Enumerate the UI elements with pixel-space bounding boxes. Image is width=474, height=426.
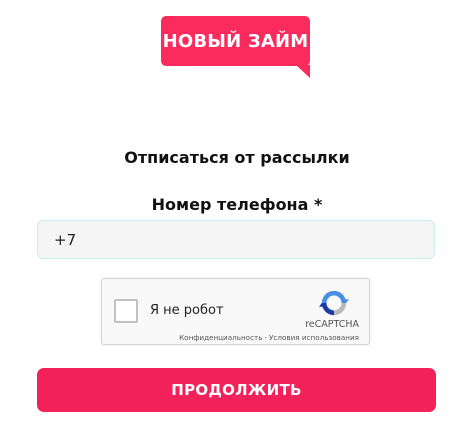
unsubscribe-page: НОВЫЙ ЗАЙМ Отписаться от рассылки Номер … xyxy=(0,0,474,426)
captcha-label: Я не робот xyxy=(150,303,224,318)
captcha-links: Конфиденциальность - Условия использования xyxy=(179,333,359,342)
recaptcha-widget: Я не робот reCAPTCHA Конфиденциальность -… xyxy=(101,278,370,345)
phone-label: Номер телефона * xyxy=(151,195,323,214)
privacy-link[interactable]: Конфиденциальность xyxy=(179,333,262,342)
captcha-brand: reCAPTCHA xyxy=(305,319,359,330)
recaptcha-icon xyxy=(319,290,349,316)
page-title: Отписаться от рассылки xyxy=(124,148,350,167)
phone-input[interactable] xyxy=(37,220,435,259)
continue-button[interactable]: ПРОДОЛЖИТЬ xyxy=(37,368,436,412)
brand-logo-text: НОВЫЙ ЗАЙМ xyxy=(162,30,309,52)
captcha-checkbox[interactable] xyxy=(114,299,138,323)
brand-logo[interactable]: НОВЫЙ ЗАЙМ xyxy=(161,16,310,78)
terms-link[interactable]: Условия использования xyxy=(269,333,359,342)
